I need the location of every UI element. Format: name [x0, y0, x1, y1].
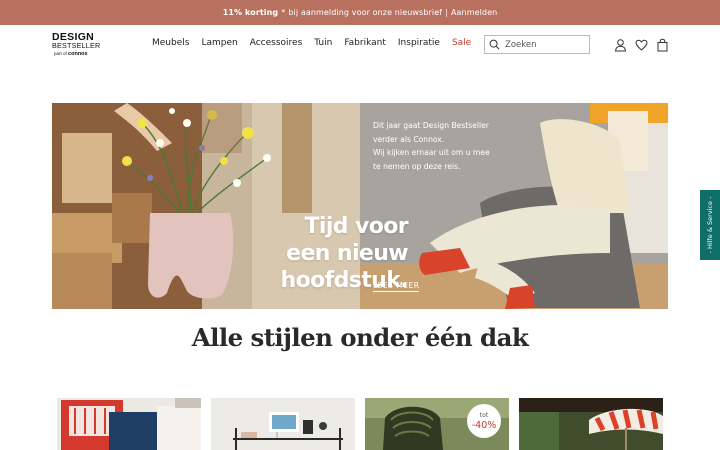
promo-text: bij aanmelding voor onze nieuwsbrief — [288, 8, 443, 17]
heart-icon[interactable] — [635, 37, 648, 51]
nav-item-inspiratie[interactable]: Inspiratie — [398, 38, 440, 48]
help-service-tab[interactable]: - Hilfe & Service - — [700, 190, 720, 260]
hero-text-line: te nemen op deze reis. — [373, 161, 461, 171]
search-box[interactable] — [484, 35, 590, 54]
promo-bar: 11% korting * bij aanmelding voor onze ni… — [0, 0, 720, 25]
category-tiles: tot -40% — [57, 398, 664, 450]
hero-text-line: Dit jaar gaat Design Bestseller — [373, 121, 489, 130]
main-nav: Meubels Lampen Accessoires Tuin Fabrikan… — [152, 38, 471, 48]
nav-item-fabrikant[interactable]: Fabrikant — [344, 38, 386, 48]
search-input[interactable] — [505, 39, 585, 50]
parasol-tile[interactable] — [519, 398, 663, 450]
hero-title-line: Tijd voor — [304, 214, 408, 239]
logo-part-of-text: part of — [54, 51, 67, 56]
nav-item-lampen[interactable]: Lampen — [201, 38, 237, 48]
art-prints-tile[interactable] — [57, 398, 201, 450]
search-icon — [489, 39, 500, 50]
logo-brand: connox — [68, 51, 88, 57]
nav-item-tuin[interactable]: Tuin — [314, 38, 332, 48]
user-icon[interactable] — [614, 37, 627, 52]
nav-item-meubels[interactable]: Meubels — [152, 38, 189, 48]
promo-asterisk: * — [281, 8, 286, 17]
header-icons — [614, 37, 669, 52]
discount-badge-value: -40% — [471, 420, 497, 431]
logo-line-2: BESTSELLER — [52, 41, 101, 50]
nav-item-accessoires[interactable]: Accessoires — [250, 38, 303, 48]
help-service-label: - Hilfe & Service - — [706, 196, 714, 254]
shelving-tile[interactable] — [211, 398, 355, 450]
discount-badge: tot -40% — [467, 404, 501, 438]
shopping-bag-icon[interactable] — [656, 37, 669, 52]
hero-banner[interactable]: Tijd voor een nieuw hoofdstuk. Dit jaar … — [52, 103, 668, 309]
nav-item-sale[interactable]: Sale — [452, 38, 471, 48]
site-header: DESIGN BESTSELLER part of connox Meubels… — [0, 25, 720, 67]
promo-discount: 11% korting — [222, 8, 279, 17]
garden-chair-tile[interactable]: tot -40% — [365, 398, 509, 450]
lees-meer-link[interactable]: LEES MEER — [373, 281, 420, 292]
logo-part-of: part of connox — [54, 50, 102, 58]
hero-text-line: verder als Connox. — [373, 134, 445, 144]
hero-text-line: Wij kijken ernaar uit om u mee — [373, 148, 490, 157]
hero-title-line: een nieuw — [286, 241, 408, 266]
logo[interactable]: DESIGN BESTSELLER part of connox — [52, 32, 102, 60]
newsletter-signup-link[interactable]: Aanmelden — [451, 8, 497, 17]
section-title: Alle stijlen onder één dak — [191, 323, 529, 352]
hero-text: Dit jaar gaat Design Bestseller verder a… — [373, 119, 523, 173]
promo-separator: | — [445, 8, 448, 17]
